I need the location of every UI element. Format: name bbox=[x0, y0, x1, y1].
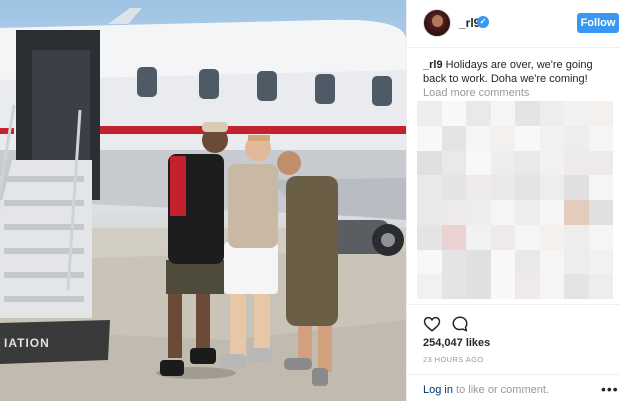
blur-pixel bbox=[441, 200, 466, 225]
caption-username[interactable]: _rl9 bbox=[423, 59, 443, 71]
blur-pixel bbox=[588, 175, 613, 200]
blur-pixel bbox=[564, 101, 589, 126]
blur-pixel bbox=[441, 249, 466, 275]
blur-pixel bbox=[466, 175, 491, 200]
blur-pixel bbox=[539, 224, 564, 250]
verified-badge-icon: ✓ bbox=[477, 16, 489, 28]
blurred-comments-area bbox=[417, 101, 613, 299]
blur-pixel bbox=[539, 150, 564, 176]
blur-pixel bbox=[441, 175, 466, 200]
blur-pixel bbox=[515, 274, 540, 299]
login-link[interactable]: Log in bbox=[423, 384, 453, 396]
blur-pixel bbox=[539, 249, 564, 275]
login-prompt-text: to like or comment. bbox=[452, 384, 549, 396]
blur-pixel bbox=[466, 274, 491, 299]
blur-pixel bbox=[441, 150, 466, 176]
blur-pixel bbox=[564, 249, 589, 275]
blur-pixel bbox=[441, 125, 466, 151]
post-header: _rl9 ✓ Follow bbox=[407, 0, 620, 48]
blur-pixel bbox=[564, 175, 589, 200]
post-side-panel: _rl9 ✓ Follow _rl9 Holidays are over, we… bbox=[406, 0, 620, 401]
blur-pixel bbox=[539, 175, 564, 200]
blur-pixel bbox=[417, 224, 442, 250]
blur-pixel bbox=[588, 101, 613, 126]
blur-pixel bbox=[588, 249, 613, 275]
blur-pixel bbox=[490, 224, 515, 250]
blur-pixel bbox=[515, 101, 540, 126]
blur-pixel bbox=[515, 125, 540, 151]
more-options-icon[interactable]: ••• bbox=[601, 381, 619, 397]
blur-pixel bbox=[539, 274, 564, 299]
post-footer: Log in to like or comment. ••• bbox=[407, 374, 620, 401]
blur-pixel bbox=[515, 150, 540, 176]
blur-pixel bbox=[564, 150, 589, 176]
blur-pixel bbox=[539, 200, 564, 225]
blur-pixel bbox=[490, 150, 515, 176]
blur-pixel bbox=[441, 101, 466, 126]
blur-pixel bbox=[441, 274, 466, 299]
post-photo: IATION bbox=[0, 0, 406, 401]
blur-pixel bbox=[515, 175, 540, 200]
blur-pixel bbox=[515, 224, 540, 250]
post-actions: 254,047 likes 23 HOURS AGO Log in to lik… bbox=[407, 304, 620, 401]
avatar[interactable] bbox=[423, 9, 451, 37]
blur-pixel bbox=[588, 125, 613, 151]
blur-pixel bbox=[539, 101, 564, 126]
blur-pixel bbox=[515, 249, 540, 275]
blur-pixel bbox=[417, 274, 442, 299]
heart-icon[interactable] bbox=[423, 315, 441, 333]
blur-pixel bbox=[466, 224, 491, 250]
blur-pixel bbox=[515, 200, 540, 225]
blur-pixel bbox=[588, 200, 613, 225]
post-photo-illustration: IATION bbox=[0, 8, 406, 401]
blur-pixel bbox=[417, 175, 442, 200]
svg-text:IATION: IATION bbox=[4, 336, 50, 350]
blur-pixel bbox=[441, 224, 466, 250]
blur-pixel bbox=[588, 274, 613, 299]
load-more-comments-link[interactable]: Load more comments bbox=[423, 87, 529, 99]
blur-pixel bbox=[490, 125, 515, 151]
blur-pixel bbox=[417, 125, 442, 151]
blur-pixel bbox=[588, 224, 613, 250]
blur-pixel bbox=[564, 125, 589, 151]
post-caption: _rl9 Holidays are over, we're going back… bbox=[423, 58, 615, 86]
blur-pixel bbox=[490, 249, 515, 275]
follow-button[interactable]: Follow bbox=[577, 13, 619, 33]
likes-count[interactable]: 254,047 likes bbox=[423, 337, 490, 349]
blur-pixel bbox=[417, 150, 442, 176]
blur-pixel bbox=[466, 125, 491, 151]
blur-pixel bbox=[490, 101, 515, 126]
blur-pixel bbox=[564, 274, 589, 299]
blur-pixel bbox=[539, 125, 564, 151]
blur-pixel bbox=[417, 249, 442, 275]
caption-text: Holidays are over, we're going back to w… bbox=[423, 59, 593, 85]
blur-pixel bbox=[564, 200, 589, 225]
comment-icon[interactable] bbox=[451, 315, 469, 333]
blur-pixel bbox=[466, 200, 491, 225]
blur-pixel bbox=[417, 200, 442, 225]
blur-pixel bbox=[417, 101, 442, 126]
post-timestamp[interactable]: 23 HOURS AGO bbox=[423, 355, 484, 364]
blur-pixel bbox=[490, 200, 515, 225]
blur-pixel bbox=[490, 274, 515, 299]
login-prompt: Log in to like or comment. bbox=[423, 384, 549, 396]
blur-pixel bbox=[466, 150, 491, 176]
blur-pixel bbox=[466, 101, 491, 126]
blur-pixel bbox=[588, 150, 613, 176]
blur-pixel bbox=[490, 175, 515, 200]
blur-pixel bbox=[564, 224, 589, 250]
blur-pixel bbox=[466, 249, 491, 275]
